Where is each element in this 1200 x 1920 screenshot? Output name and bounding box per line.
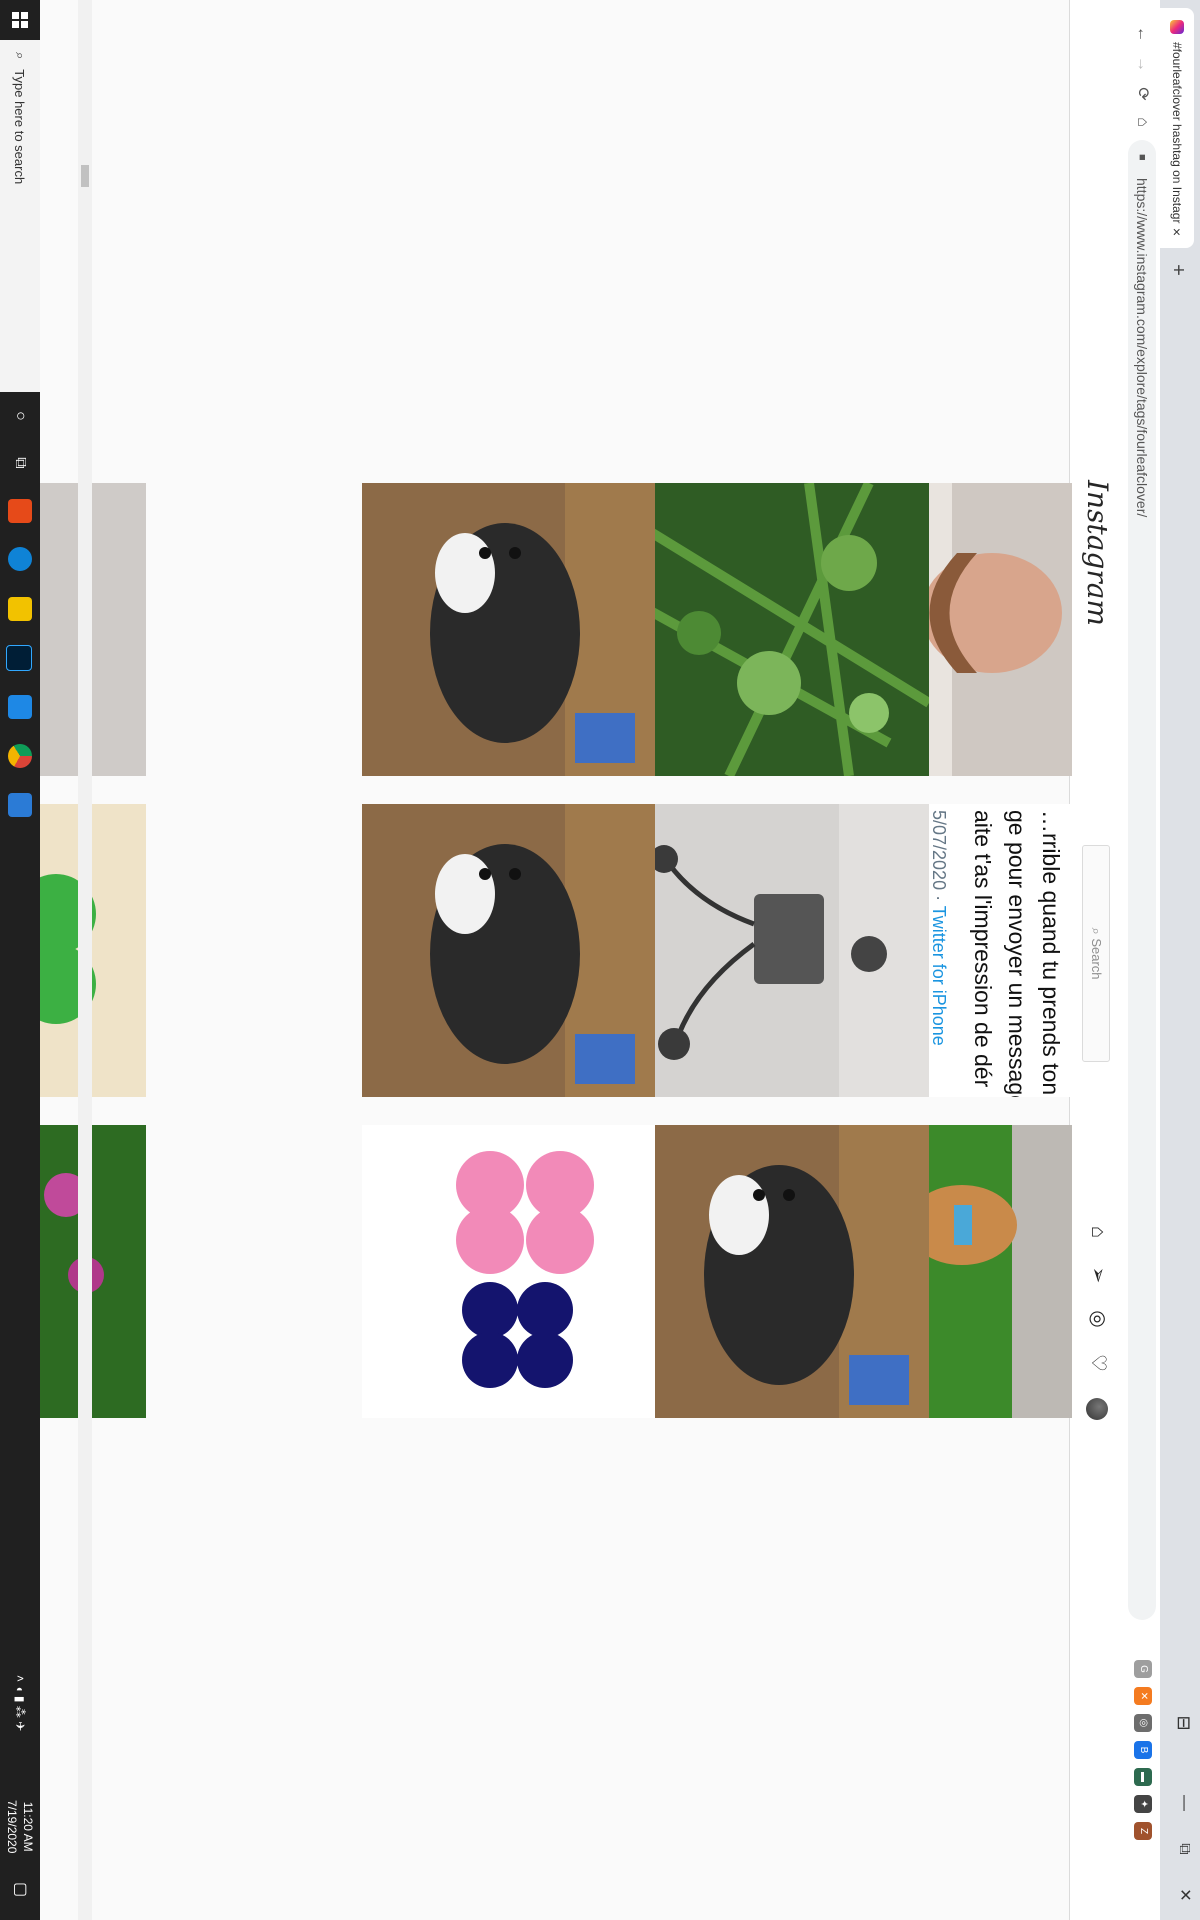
extension-icon[interactable]: B <box>1134 1741 1152 1759</box>
start-button[interactable] <box>0 0 40 40</box>
extension-icon[interactable]: ◎ <box>1134 1714 1152 1732</box>
outlook-app-icon[interactable] <box>8 695 32 719</box>
horizontal-scrollbar[interactable] <box>78 0 92 1920</box>
scrollbar-thumb[interactable] <box>81 165 89 187</box>
extension-icon[interactable]: ✕ <box>1134 1687 1152 1705</box>
windows-logo-icon <box>12 12 28 28</box>
address-bar[interactable]: ■ https://www.instagram.com/explore/tags… <box>1128 140 1156 1620</box>
tweet-line-1: …rrible quand tu prends ton <box>1038 810 1064 1096</box>
tweet-line-3: aite t'as l'impression de dér <box>970 810 996 1088</box>
tab-close-icon[interactable]: × <box>1169 224 1185 240</box>
store-app-icon[interactable] <box>8 499 32 523</box>
browser-tab-strip: #fourleafclover hashtag on Instagram × +… <box>1160 0 1200 1920</box>
browser-tab[interactable]: #fourleafclover hashtag on Instagram × <box>1160 8 1194 248</box>
tweet-card: …rrible quand tu prends ton ge pour envo… <box>922 804 1072 1097</box>
explore-icon[interactable]: ◎ <box>1086 1307 1110 1331</box>
instagram-logo[interactable]: Instagram <box>1081 480 1114 626</box>
tab-search-icon[interactable]: ⊟ <box>1168 1700 1200 1746</box>
action-center-icon[interactable]: ▢ <box>0 1882 40 1897</box>
activity-icon[interactable]: ♡ <box>1086 1351 1110 1375</box>
back-button[interactable]: ← <box>1130 22 1154 46</box>
instagram-header: Instagram ⌕ Search ⌂ ➢ ◎ ♡ <box>1069 0 1124 1920</box>
taskbar-search-placeholder: Type here to search <box>12 69 28 185</box>
extension-icon[interactable]: ▬ <box>1134 1768 1152 1786</box>
reload-button[interactable]: ⟳ <box>1130 82 1154 106</box>
extension-icon[interactable]: G <box>1134 1660 1152 1678</box>
extension-icon[interactable]: ✦ <box>1134 1795 1152 1813</box>
maximize-button[interactable]: ⧉ <box>1168 1826 1200 1872</box>
clock[interactable]: 11:20 AM 7/19/2020 <box>0 1800 40 1853</box>
minimize-button[interactable]: — <box>1168 1780 1200 1826</box>
file-explorer-icon[interactable] <box>8 597 32 621</box>
task-view-icon[interactable]: ⧉ <box>8 451 32 475</box>
search-placeholder: Search <box>1089 938 1104 980</box>
clover-rain-image <box>636 483 929 776</box>
chrome-app-icon[interactable] <box>8 744 32 768</box>
home-icon[interactable]: ⌂ <box>1086 1220 1110 1244</box>
new-tab-button[interactable]: + <box>1166 258 1190 282</box>
extension-icon[interactable]: Z <box>1134 1822 1152 1840</box>
post-tile-kitten-2[interactable] <box>362 804 655 1097</box>
tab-title: #fourleafclover hashtag on Instagram <box>1170 42 1184 224</box>
cortana-icon[interactable]: ○ <box>8 404 32 428</box>
clover-molds-image <box>362 1125 655 1418</box>
kitten-image <box>636 1125 929 1418</box>
tweet-line-2: ge pour envoyer un message <box>1004 810 1030 1097</box>
post-tile-kitten[interactable] <box>362 483 655 776</box>
forward-button[interactable]: → <box>1130 52 1154 76</box>
search-icon: ⌕ <box>1089 927 1104 939</box>
tweet-date: 5/07/2020 · <box>929 810 949 906</box>
instagram-favicon-icon <box>1170 20 1184 34</box>
url-text: https://www.instagram.com/explore/tags/f… <box>1134 178 1150 518</box>
taskbar-search[interactable]: ⌕ Type here to search <box>0 40 40 392</box>
clover-shadow-image <box>636 804 929 1097</box>
browser-toolbar: ← → ⟳ ⌂ ■ https://www.instagram.com/expl… <box>1123 0 1160 1920</box>
clock-date: 7/19/2020 <box>5 1800 19 1854</box>
direct-icon[interactable]: ➢ <box>1086 1263 1110 1287</box>
profile-avatar[interactable] <box>1086 1398 1108 1420</box>
lock-icon: ■ <box>1136 154 1148 161</box>
kitten-image <box>362 804 655 1097</box>
search-icon: ⌕ <box>13 52 28 60</box>
post-tile-kitten-3[interactable] <box>636 1125 929 1418</box>
tray-icons[interactable]: ˄ ◖ ▮ ⁂ ✈ <box>0 1675 40 1731</box>
home-button[interactable]: ⌂ <box>1130 110 1154 134</box>
edge-app-icon[interactable] <box>8 547 32 571</box>
kitten-image <box>362 483 655 776</box>
windows-taskbar: ⌕ Type here to search ○ ⧉ ˄ ◖ ▮ ⁂ ✈ 11:2… <box>0 0 40 1920</box>
clock-time: 11:20 AM <box>21 1801 35 1852</box>
search-input[interactable]: ⌕ Search <box>1082 845 1110 1062</box>
settings-app-icon[interactable] <box>8 793 32 817</box>
photoshop-icon[interactable] <box>6 645 32 671</box>
post-tile-clover[interactable] <box>636 483 929 776</box>
post-tile-shadow[interactable] <box>636 804 929 1097</box>
post-tile-molds[interactable] <box>362 1125 655 1418</box>
tweet-source-link[interactable]: Twitter for iPhone <box>929 906 949 1046</box>
screen: #fourleafclover hashtag on Instagram × +… <box>0 0 1200 1920</box>
close-window-button[interactable]: ✕ <box>1168 1872 1200 1918</box>
